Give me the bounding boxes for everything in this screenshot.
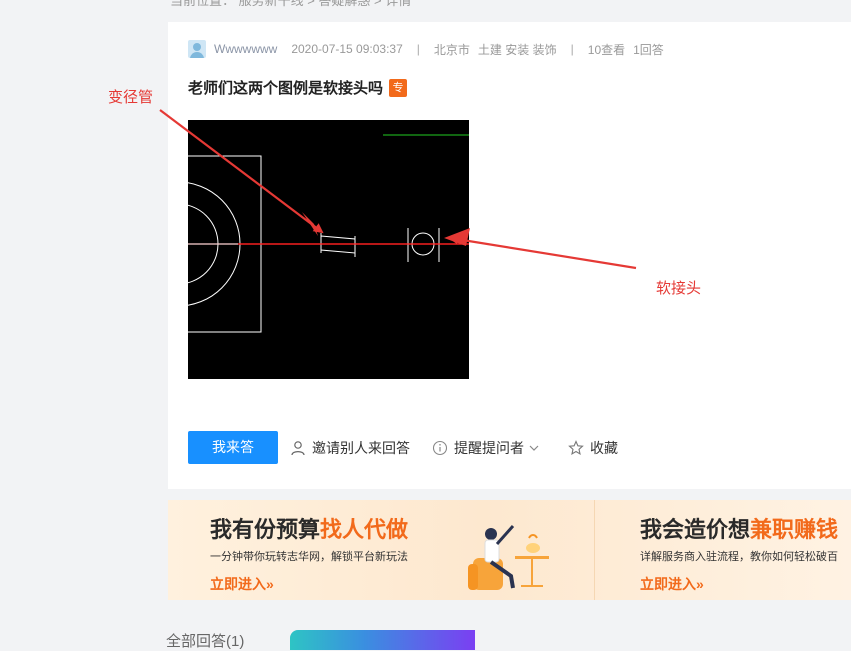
breadcrumb: 当前位置： 服务新干线 > 答疑解惑 > 详情 (170, 0, 412, 8)
tag-item: 装饰 (532, 42, 557, 57)
promo-right[interactable]: 我会造价想兼职赚钱 详解服务商入驻流程，教你如何轻松破百 立即进入» (640, 512, 838, 594)
question-meta: Wwwwwww 2020-07-15 09:03:37 | 北京市 土建 安装 … (188, 40, 664, 58)
question-actions: 我来答 邀请别人来回答 提醒提问者 收藏 (188, 431, 640, 464)
tag-item: 土建 (477, 42, 502, 57)
promo-right-subtitle: 详解服务商入驻流程，教你如何轻松破百 (640, 551, 838, 563)
invite-answer-action[interactable]: 邀请别人来回答 (290, 438, 410, 458)
view-count: 10查看 (587, 42, 626, 57)
promo-left-subtitle: 一分钟带你玩转志华网，解锁平台新玩法 (210, 551, 408, 563)
specialty-badge: 专 (389, 78, 408, 97)
cad-drawing-svg (115, 134, 478, 333)
promo-left-title-highlight: 找人代做 (320, 517, 409, 542)
annotation-label-left: 变径管 (108, 89, 154, 106)
answer-count: 1回答 (633, 42, 664, 57)
post-datetime: 2020-07-15 09:03:37 (291, 42, 403, 56)
question-card: Wwwwwww 2020-07-15 09:03:37 | 北京市 土建 安装 … (115, 22, 851, 489)
promo-right-title: 我会造价想兼职赚钱 (640, 512, 838, 544)
username[interactable]: Wwwwwww (214, 42, 277, 56)
question-title: 老师们这两个图例是软接头吗 专 (188, 77, 408, 98)
promo-banner: 我有份预算找人代做 一分钟带你玩转志华网，解锁平台新玩法 立即进入» 我会造价想… (168, 500, 851, 600)
chevron-down-icon (529, 445, 539, 451)
promo-divider (594, 500, 595, 600)
answer-button[interactable]: 我来答 (188, 431, 278, 464)
promo-left[interactable]: 我有份预算找人代做 一分钟带你玩转志华网，解锁平台新玩法 立即进入» (210, 512, 408, 594)
info-icon (432, 440, 448, 455)
meta-separator: | (570, 42, 574, 56)
favorite-action[interactable]: 收藏 (568, 438, 618, 458)
promo-left-link[interactable]: 立即进入» (210, 574, 408, 594)
cad-drawing-image[interactable] (115, 120, 478, 379)
remind-label: 提醒提问者 (454, 439, 524, 456)
question-title-text: 老师们这两个图例是软接头吗 (188, 80, 384, 97)
invite-label: 邀请别人来回答 (312, 439, 410, 456)
favorite-label: 收藏 (590, 439, 618, 456)
promo-illustration (468, 525, 549, 590)
promo-left-title-plain: 我有份预算 (210, 517, 321, 542)
promo-right-link[interactable]: 立即进入» (640, 574, 838, 594)
post-location: 北京市 (433, 42, 470, 57)
star-icon (568, 439, 584, 455)
promo-right-title-plain: 我会造价想 (640, 517, 751, 542)
tag-item: 安装 (505, 42, 530, 57)
promo-left-title: 我有份预算找人代做 (210, 512, 408, 544)
remind-asker-action[interactable]: 提醒提问者 (432, 438, 546, 458)
partner-logo-strip (290, 630, 475, 650)
promo-right-title-highlight: 兼职赚钱 (750, 517, 839, 542)
annotation-label-right: 软接头 (656, 280, 702, 297)
all-answers-heading[interactable]: 全部回答(1) (166, 630, 244, 651)
person-icon (291, 440, 305, 455)
avatar[interactable] (188, 40, 206, 58)
meta-separator: | (416, 42, 420, 56)
